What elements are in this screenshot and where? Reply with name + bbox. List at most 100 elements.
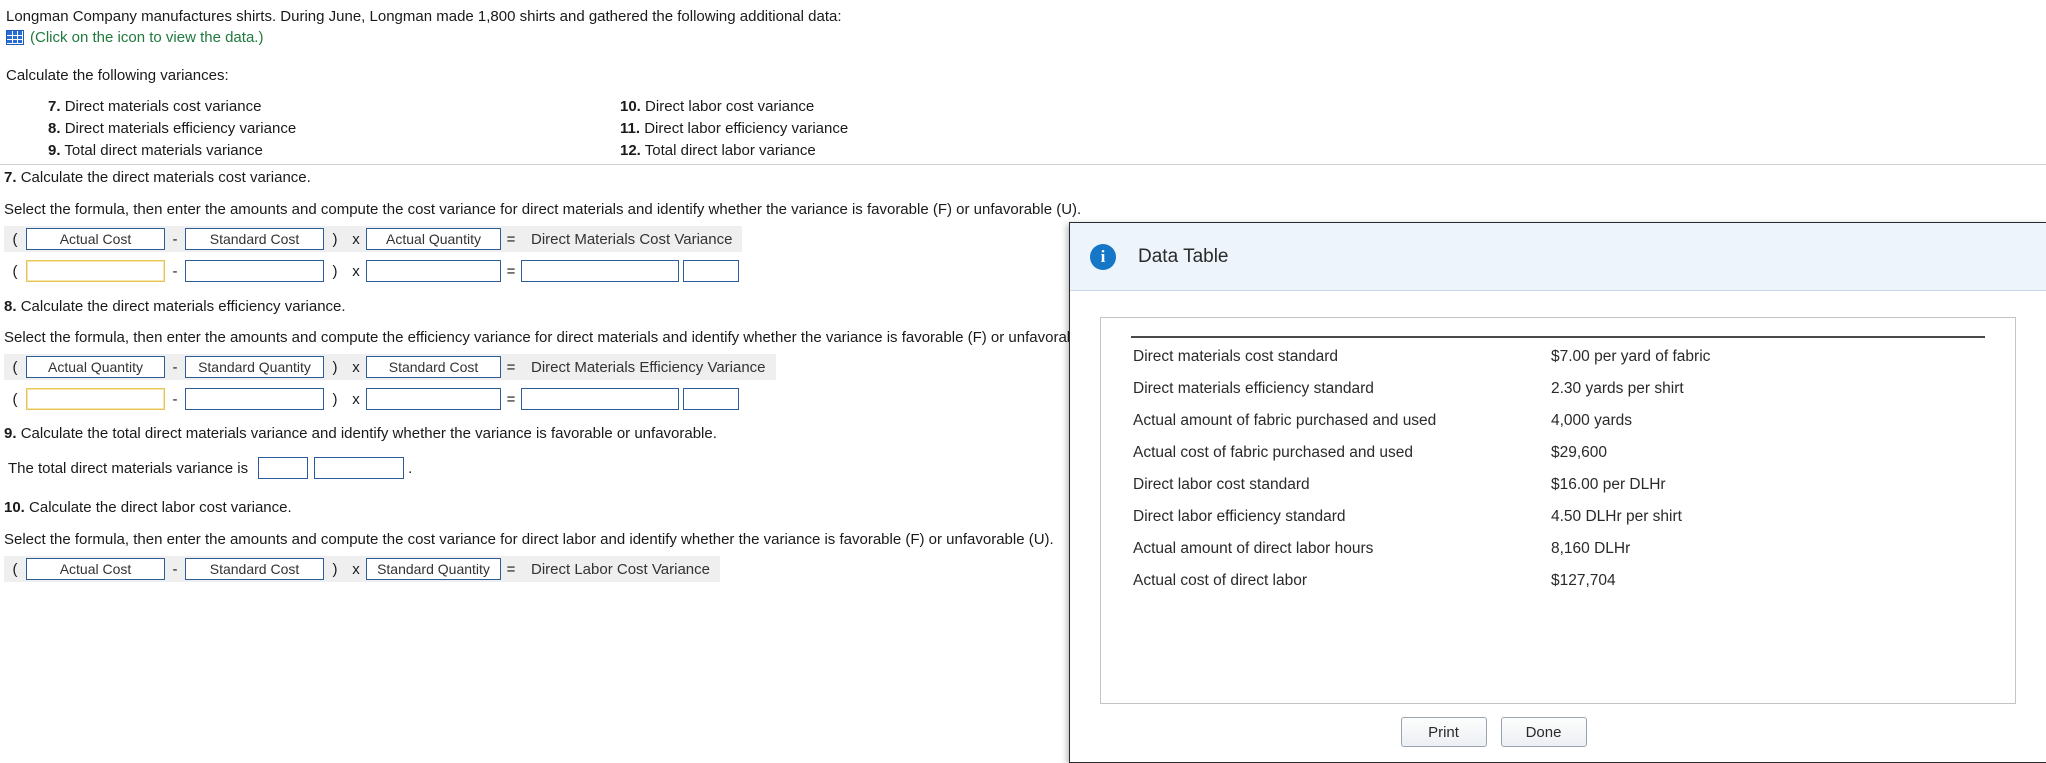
variance-list-left: 7. Direct materials cost variance 8. Dir… — [48, 96, 296, 162]
variance-label: Total direct materials variance — [64, 142, 263, 159]
times-operator: x — [352, 560, 360, 578]
data-table-launcher[interactable]: (Click on the icon to view the data.) — [6, 29, 263, 46]
minus-operator: - — [172, 358, 178, 376]
variance-number: 9. — [48, 142, 61, 159]
table-row: Direct materials efficiency standard 2.3… — [1131, 373, 1985, 405]
q10-term3-select[interactable]: Standard Quantity — [366, 558, 501, 580]
exercise-page: Longman Company manufactures shirts. Dur… — [0, 0, 2046, 763]
variance-label: Direct materials efficiency variance — [64, 120, 297, 137]
equals-operator: = — [506, 560, 516, 578]
question-10-title: 10. Calculate the direct labor cost vari… — [4, 499, 292, 516]
row-label: Direct materials cost standard — [1133, 348, 1339, 365]
question-9-answer-line: The total direct materials variance is . — [8, 457, 412, 479]
table-row: Direct materials cost standard $7.00 per… — [1131, 341, 1985, 373]
q10-term1-select[interactable]: Actual Cost — [26, 558, 165, 580]
equals-operator: = — [506, 262, 516, 280]
equals-operator: = — [506, 390, 516, 408]
variance-number: 10. — [620, 98, 641, 115]
q7-result-input[interactable] — [521, 260, 679, 282]
row-value: $16.00 per DLHr — [1551, 476, 1666, 493]
row-value: $127,704 — [1551, 572, 1616, 589]
row-label: Actual amount of direct labor hours — [1133, 540, 1374, 557]
info-icon: i — [1090, 243, 1116, 270]
dialog-footer: Print Done — [1070, 702, 2046, 762]
q10-term2-select[interactable]: Standard Cost — [185, 558, 324, 580]
variance-label: Direct labor efficiency variance — [644, 120, 849, 137]
q8-term3-select[interactable]: Standard Cost — [366, 356, 501, 378]
data-table-panel: Direct materials cost standard $7.00 per… — [1100, 317, 2016, 704]
row-value: 4.50 DLHr per shirt — [1551, 508, 1682, 525]
q8-value1-input[interactable] — [26, 388, 165, 410]
q7-value1-input[interactable] — [26, 260, 165, 282]
data-table-link-label[interactable]: (Click on the icon to view the data.) — [30, 29, 263, 46]
variance-number: 8. — [48, 120, 61, 137]
q7-value2-input[interactable] — [185, 260, 324, 282]
row-label: Direct labor cost standard — [1133, 476, 1310, 493]
open-paren: ( — [12, 230, 18, 248]
close-paren: ) — [332, 560, 338, 578]
q8-term2-select[interactable]: Standard Quantity — [185, 356, 324, 378]
question-8-instruction: Select the formula, then enter the amoun… — [4, 329, 1116, 346]
list-item: 10. Direct labor cost variance — [620, 96, 848, 118]
question-number: 8. — [4, 298, 17, 315]
minus-operator: - — [172, 262, 178, 280]
table-row: Actual cost of fabric purchased and used… — [1131, 437, 1985, 469]
print-button[interactable]: Print — [1400, 717, 1487, 747]
q8-value2-input[interactable] — [185, 388, 324, 410]
q8-value3-input[interactable] — [366, 388, 501, 410]
minus-operator: - — [172, 560, 178, 578]
list-item: 7. Direct materials cost variance — [48, 96, 296, 118]
q9-favorable-input[interactable] — [314, 457, 405, 479]
list-item: 11. Direct labor efficiency variance — [620, 118, 848, 140]
times-operator: x — [352, 390, 360, 408]
equals-operator: = — [506, 230, 516, 248]
formula-header-row: ( Actual Cost - Standard Cost ) x Actual… — [4, 226, 743, 252]
question-number: 10. — [4, 499, 25, 516]
question-10-instruction: Select the formula, then enter the amoun… — [4, 531, 1054, 548]
done-button[interactable]: Done — [1500, 717, 1587, 747]
q8-favorable-input[interactable] — [683, 388, 739, 410]
variance-label: Direct labor cost variance — [645, 98, 815, 115]
calculate-header: Calculate the following variances: — [6, 67, 229, 84]
divider — [0, 164, 2046, 165]
data-table-dialog: i Data Table Direct materials cost stand… — [1069, 222, 2046, 763]
row-label: Direct materials efficiency standard — [1133, 380, 1374, 397]
q9-amount-input[interactable] — [258, 457, 309, 479]
dialog-body: Direct materials cost standard $7.00 per… — [1070, 291, 2046, 704]
dialog-title: Data Table — [1138, 245, 1229, 267]
formula-input-row: ( - ) x = — [4, 386, 776, 412]
q7-favorable-input[interactable] — [683, 260, 739, 282]
variance-number: 11. — [620, 120, 641, 137]
q8-term1-select[interactable]: Actual Quantity — [26, 356, 165, 378]
row-label: Actual cost of fabric purchased and used — [1133, 444, 1414, 461]
q10-result-label: Direct Labor Cost Variance — [531, 560, 710, 578]
q7-term3-select[interactable]: Actual Quantity — [366, 228, 501, 250]
table-grid-icon[interactable] — [6, 30, 24, 45]
question-text: Calculate the direct labor cost variance… — [29, 499, 292, 516]
data-table: Direct materials cost standard $7.00 per… — [1131, 336, 1985, 597]
equals-operator: = — [506, 358, 516, 376]
q7-result-label: Direct Materials Cost Variance — [531, 230, 733, 248]
row-value: $7.00 per yard of fabric — [1551, 348, 1711, 365]
formula-header-row: ( Actual Quantity - Standard Quantity ) … — [4, 354, 776, 380]
question-text: Calculate the direct materials efficienc… — [20, 298, 346, 315]
list-item: 9. Total direct materials variance — [48, 140, 296, 162]
q9-answer-prefix: The total direct materials variance is — [8, 459, 249, 477]
question-7-instruction: Select the formula, then enter the amoun… — [4, 201, 1082, 218]
row-label: Actual cost of direct labor — [1133, 572, 1308, 589]
q8-result-input[interactable] — [521, 388, 679, 410]
q7-term1-select[interactable]: Actual Cost — [26, 228, 165, 250]
question-text: Calculate the direct materials cost vari… — [20, 169, 311, 186]
table-row: Direct labor efficiency standard 4.50 DL… — [1131, 501, 1985, 533]
question-8-formula-grid: ( Actual Quantity - Standard Quantity ) … — [4, 354, 776, 412]
formula-input-row: ( - ) x = — [4, 258, 742, 284]
variance-number: 12. — [620, 142, 641, 159]
times-operator: x — [352, 262, 360, 280]
q7-term2-select[interactable]: Standard Cost — [185, 228, 324, 250]
row-value: $29,600 — [1551, 444, 1608, 461]
q7-value3-input[interactable] — [366, 260, 501, 282]
row-value: 4,000 yards — [1551, 412, 1632, 429]
formula-header-row: ( Actual Cost - Standard Cost ) x Standa… — [4, 556, 720, 582]
q9-period: . — [408, 459, 413, 477]
minus-operator: - — [172, 390, 178, 408]
